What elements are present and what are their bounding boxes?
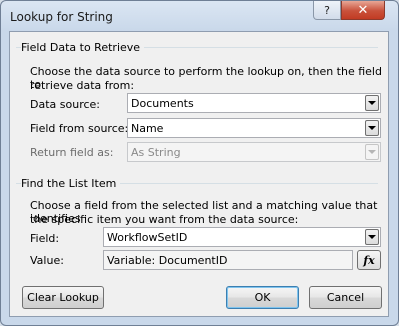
data-source-value: Documents [131,97,194,110]
return-field-value: As String [131,146,181,159]
retrieve-group-title: Field Data to Retrieve [21,41,145,54]
close-button[interactable]: ✕ [341,1,385,20]
dialog-title: Lookup for String [10,10,113,24]
cancel-button[interactable]: Cancel [309,286,382,309]
data-source-label: Data source: [30,98,100,111]
clear-lookup-label: Clear Lookup [27,291,99,304]
cancel-label: Cancel [326,291,365,304]
fx-icon: fx [363,253,375,267]
chevron-down-icon[interactable] [365,95,379,111]
value-text: Variable: DocumentID [107,254,228,267]
value-label: Value: [30,254,64,267]
return-field-label: Return field as: [30,146,114,159]
clear-lookup-button[interactable]: Clear Lookup [22,286,104,309]
field-from-source-value: Name [131,122,164,135]
field-from-source-dropdown[interactable]: Name [127,118,381,138]
field-label: Field: [30,232,60,245]
ok-label: OK [254,291,271,304]
data-source-dropdown[interactable]: Documents [127,93,381,113]
return-field-dropdown: As String [127,142,381,162]
lookup-dialog: Lookup for String ? ✕ Field Data to Retr… [0,0,399,326]
chevron-down-icon[interactable] [365,229,379,245]
field-from-source-label: Field from source: [30,122,129,135]
function-builder-button[interactable]: fx [357,250,381,270]
retrieve-description-line2: retrieve data from: [30,79,135,92]
help-icon: ? [324,3,330,17]
find-group-title: Find the List Item [21,177,121,190]
close-icon: ✕ [357,2,369,18]
chevron-down-icon [365,144,379,160]
field-dropdown[interactable]: WorkflowSetID [103,227,381,247]
chevron-down-icon[interactable] [365,120,379,136]
dialog-body: Field Data to Retrieve Choose the data s… [9,31,389,317]
ok-button[interactable]: OK [226,286,299,309]
title-bar: Lookup for String ? ✕ [1,1,398,31]
field-value: WorkflowSetID [107,231,188,244]
find-description-line2: the specific item you want from the data… [30,213,299,226]
value-field[interactable]: Variable: DocumentID [103,250,353,270]
help-button[interactable]: ? [313,1,341,20]
